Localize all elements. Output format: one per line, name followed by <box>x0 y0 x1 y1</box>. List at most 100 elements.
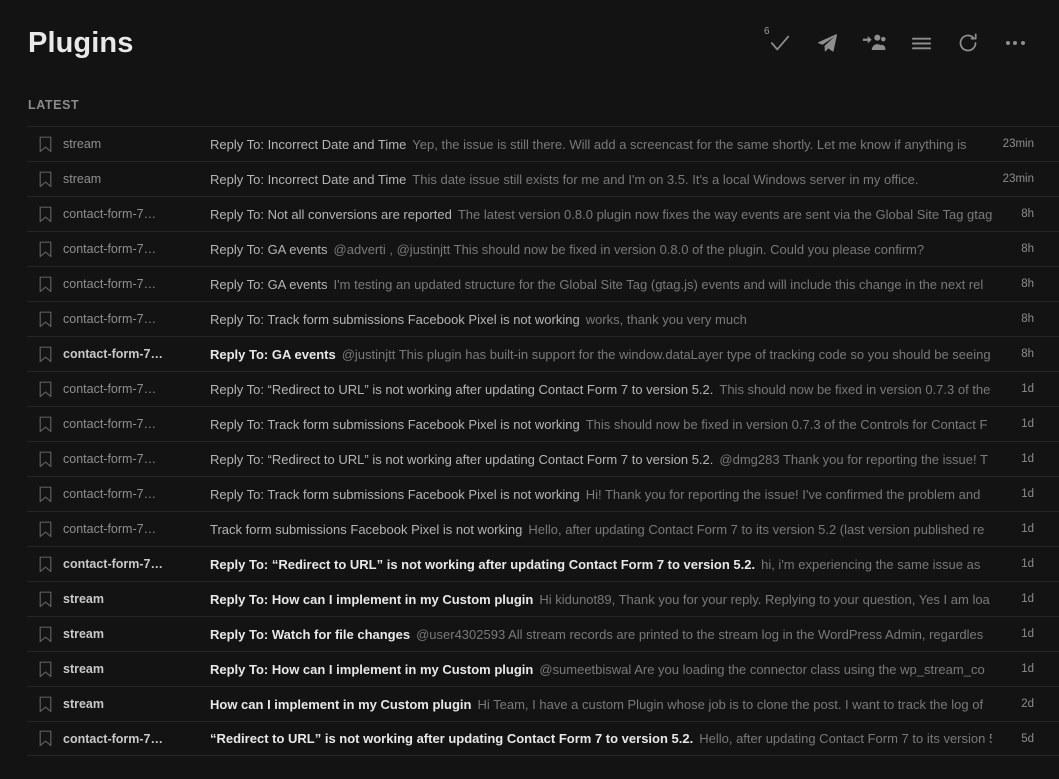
send-button[interactable] <box>807 23 847 63</box>
row-source: contact-form-7… <box>63 347 164 361</box>
row-source: contact-form-7… <box>63 522 157 536</box>
bookmark-icon[interactable] <box>27 171 63 188</box>
table-row[interactable]: contact-form-7… Reply To: “Redirect to UR… <box>27 441 1059 476</box>
row-preview: Hello, after updating Contact Form 7 to … <box>528 521 985 537</box>
row-body: “Redirect to URL” is not working after u… <box>193 721 992 756</box>
row-title: Reply To: GA events <box>210 276 328 292</box>
table-row[interactable]: contact-form-7… Track form submissions Fa… <box>27 511 1059 546</box>
row-title: Reply To: Watch for file changes <box>210 626 411 642</box>
bookmark-icon[interactable] <box>27 311 63 328</box>
bookmark-icon[interactable] <box>27 486 63 503</box>
row-timestamp: 23min <box>1002 138 1034 150</box>
row-body: Reply To: Track form submissions Faceboo… <box>193 407 992 442</box>
row-title: Reply To: Track form submissions Faceboo… <box>210 416 580 432</box>
share-people-button[interactable] <box>854 23 894 63</box>
bookmark-icon[interactable] <box>27 416 63 433</box>
row-source: contact-form-7… <box>63 557 164 571</box>
bookmark-icon[interactable] <box>27 136 63 153</box>
row-timestamp: 23min <box>1002 173 1034 185</box>
bookmark-icon[interactable] <box>27 661 63 678</box>
table-row[interactable]: contact-form-7… Reply To: Track form subm… <box>27 301 1059 336</box>
row-source: stream <box>63 697 104 711</box>
row-source: contact-form-7… <box>63 382 157 396</box>
bookmark-icon[interactable] <box>27 241 63 258</box>
bookmark-icon[interactable] <box>27 521 63 538</box>
row-title: “Redirect to URL” is not working after u… <box>210 731 694 746</box>
row-timestamp: 8h <box>1021 243 1034 255</box>
message-list[interactable]: stream Reply To: Incorrect Date and Time Y… <box>0 126 1059 779</box>
row-preview: The latest version 0.8.0 plugin now fixe… <box>457 206 992 222</box>
row-title: How can I implement in my Custom plugin <box>210 696 472 712</box>
row-body: Reply To: GA events @adverti , @justinjtt… <box>193 232 992 267</box>
bookmark-icon[interactable] <box>27 346 63 363</box>
table-row[interactable]: contact-form-7… Reply To: Track form subm… <box>27 476 1059 511</box>
table-row[interactable]: stream Reply To: Watch for file changes @u… <box>27 616 1059 651</box>
row-preview: Hello, after updating Contact Form 7 to … <box>699 731 992 746</box>
row-title: Reply To: “Redirect to URL” is not worki… <box>210 556 756 572</box>
row-title: Reply To: “Redirect to URL” is not worki… <box>210 381 714 397</box>
row-body: Reply To: Incorrect Date and Time Yep, th… <box>193 127 992 162</box>
table-row[interactable]: contact-form-7… “Redirect to URL” is not … <box>27 721 1059 756</box>
bookmark-icon[interactable] <box>27 626 63 643</box>
row-timestamp: 8h <box>1021 278 1034 290</box>
row-body: Reply To: Track form submissions Faceboo… <box>193 302 992 337</box>
table-row[interactable]: contact-form-7… Reply To: GA events @adver… <box>27 231 1059 266</box>
bookmark-icon[interactable] <box>27 276 63 293</box>
check-icon <box>769 32 791 54</box>
row-preview: @sumeetbiswal Are you loading the connec… <box>539 661 985 677</box>
row-body: Reply To: Watch for file changes @user430… <box>193 617 992 652</box>
table-row[interactable]: stream Reply To: Incorrect Date and Time T… <box>27 161 1059 196</box>
table-row[interactable]: contact-form-7… Reply To: GA events I'm te… <box>27 266 1059 301</box>
row-source: contact-form-7… <box>63 731 164 746</box>
row-preview: hi, i'm experiencing the same issue as <box>761 556 981 572</box>
table-row[interactable]: contact-form-7… Reply To: Track form subm… <box>27 406 1059 441</box>
row-timestamp: 1d <box>1021 663 1034 675</box>
add-people-icon <box>862 32 886 54</box>
menu-button[interactable] <box>901 23 941 63</box>
row-title: Reply To: “Redirect to URL” is not worki… <box>210 451 714 467</box>
row-body: Reply To: GA events @justinjtt This plugi… <box>193 337 992 372</box>
bookmark-icon[interactable] <box>27 206 63 223</box>
table-row[interactable]: stream Reply To: How can I implement in m… <box>27 651 1059 686</box>
row-title: Reply To: Incorrect Date and Time <box>210 136 407 152</box>
bookmark-icon[interactable] <box>27 556 63 573</box>
row-preview: Yep, the issue is still there. Will add … <box>412 136 967 152</box>
row-preview: I'm testing an updated structure for the… <box>333 276 984 292</box>
table-row[interactable]: contact-form-7… Reply To: GA events @justi… <box>27 336 1059 371</box>
row-title: Reply To: Incorrect Date and Time <box>210 171 407 187</box>
row-preview: @dmg283 Thank you for reporting the issu… <box>719 451 988 467</box>
app-header: Plugins 6 <box>0 0 1059 86</box>
row-title: Reply To: Track form submissions Faceboo… <box>210 486 580 502</box>
row-timestamp: 1d <box>1021 453 1034 465</box>
refresh-button[interactable] <box>948 23 988 63</box>
row-preview: works, thank you very much <box>585 311 747 327</box>
row-body: Reply To: “Redirect to URL” is not worki… <box>193 372 992 407</box>
bookmark-icon[interactable] <box>27 451 63 468</box>
app-window: Plugins 6 LATEST stream Reply To: Incorr… <box>0 0 1059 779</box>
bookmark-icon[interactable] <box>27 591 63 608</box>
table-row[interactable]: contact-form-7… Reply To: “Redirect to UR… <box>27 546 1059 581</box>
row-title: Reply To: Track form submissions Faceboo… <box>210 311 580 327</box>
table-row[interactable]: contact-form-7… Reply To: “Redirect to UR… <box>27 371 1059 406</box>
row-source: stream <box>63 137 102 151</box>
more-options-button[interactable] <box>995 23 1035 63</box>
row-timestamp: 5d <box>1021 732 1034 745</box>
row-source: stream <box>63 627 104 641</box>
mark-read-button[interactable]: 6 <box>760 23 800 63</box>
row-preview: @user4302593 All stream records are prin… <box>416 626 984 642</box>
bookmark-icon[interactable] <box>27 696 63 713</box>
table-row[interactable]: stream Reply To: Incorrect Date and Time Y… <box>27 126 1059 161</box>
row-timestamp: 1d <box>1021 593 1034 605</box>
row-preview: @adverti , @justinjtt This should now be… <box>333 241 925 257</box>
row-title: Reply To: How can I implement in my Cust… <box>210 591 534 607</box>
row-body: Reply To: Incorrect Date and Time This da… <box>193 162 992 197</box>
row-body: Reply To: Not all conversions are report… <box>193 197 992 232</box>
row-timestamp: 1d <box>1021 558 1034 570</box>
row-preview: @justinjtt This plugin has built-in supp… <box>341 346 991 362</box>
row-source: contact-form-7… <box>63 207 157 221</box>
bookmark-icon[interactable] <box>27 730 63 747</box>
table-row[interactable]: stream How can I implement in my Custom p… <box>27 686 1059 721</box>
table-row[interactable]: stream Reply To: How can I implement in m… <box>27 581 1059 616</box>
table-row[interactable]: contact-form-7… Reply To: Not all convers… <box>27 196 1059 231</box>
bookmark-icon[interactable] <box>27 381 63 398</box>
